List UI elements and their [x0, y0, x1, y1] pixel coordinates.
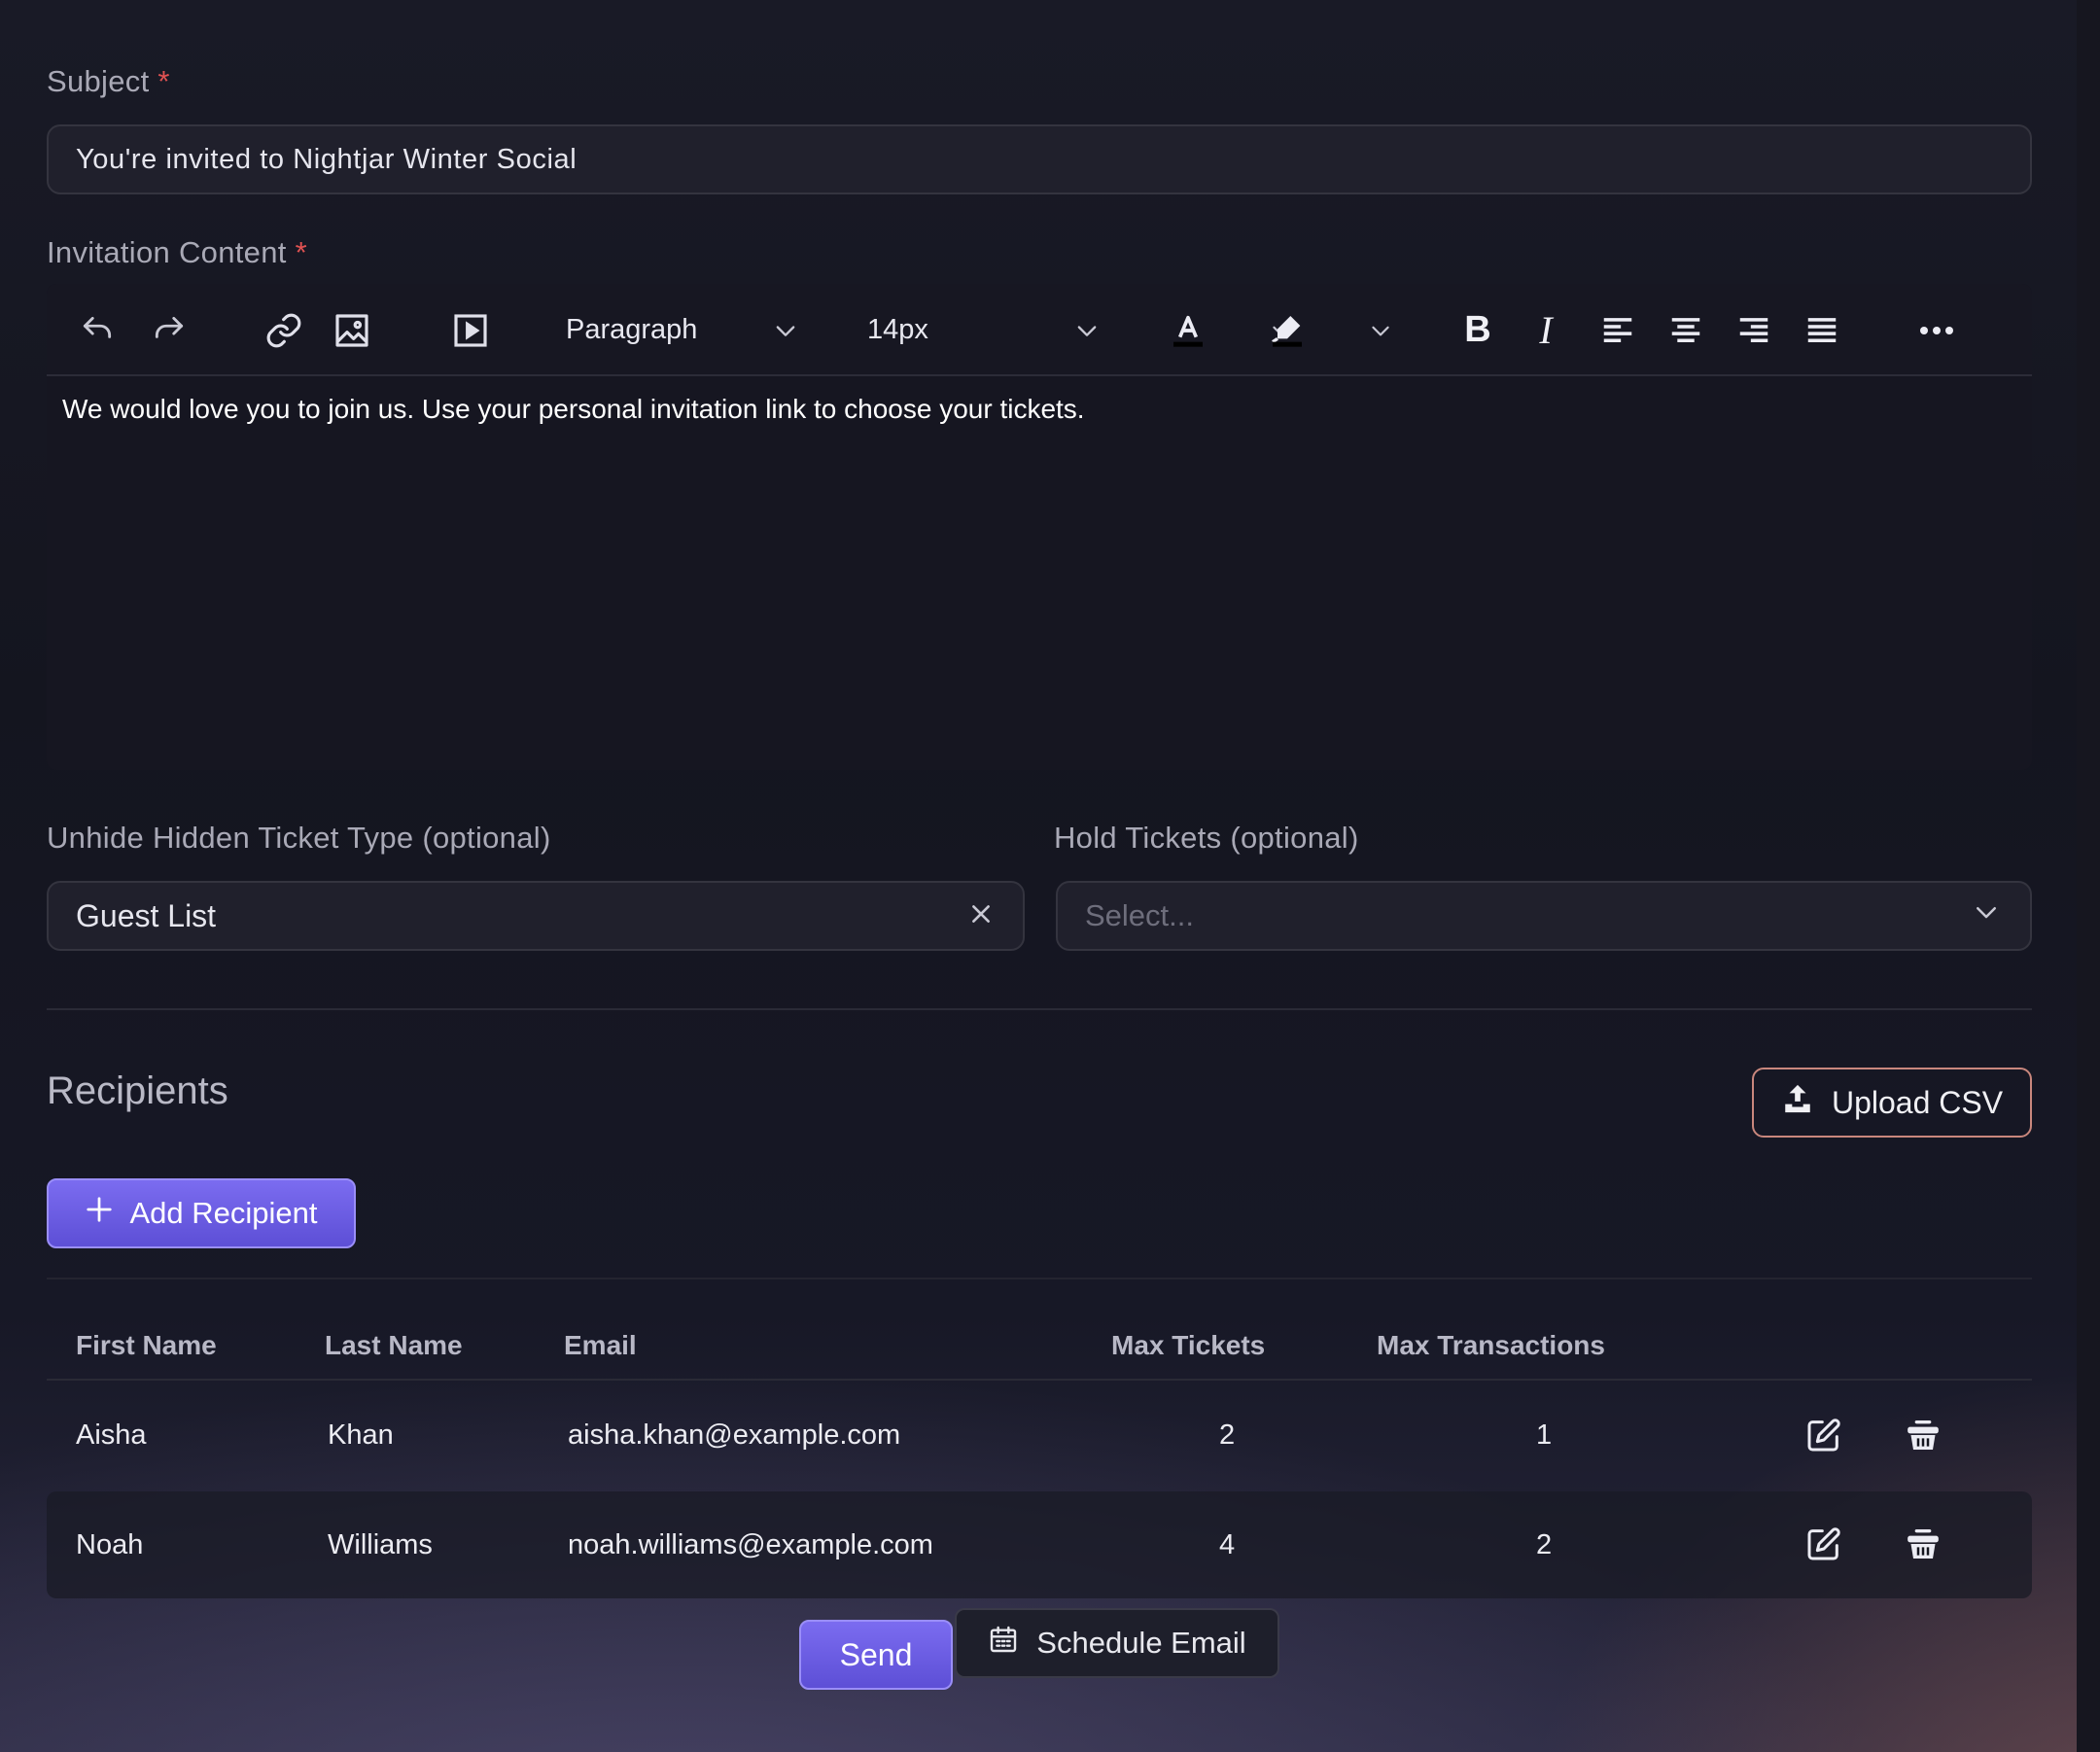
- italic-icon[interactable]: I: [1524, 284, 1567, 376]
- hold-placeholder: Select...: [1085, 898, 1194, 932]
- video-icon[interactable]: [449, 284, 492, 376]
- required-mark: *: [295, 235, 307, 269]
- editor-content[interactable]: We would love you to join us. Use your p…: [47, 376, 2032, 442]
- table-divider: [47, 1278, 2032, 1279]
- section-divider: [47, 1008, 2032, 1010]
- chevron-down-icon[interactable]: [1363, 284, 1398, 376]
- highlight-icon[interactable]: [1266, 284, 1309, 376]
- unhide-label: Unhide Hidden Ticket Type (optional): [47, 821, 551, 855]
- add-recipient-label: Add Recipient: [129, 1196, 318, 1230]
- cell-first-name: Aisha: [76, 1419, 147, 1451]
- redo-icon[interactable]: [148, 284, 191, 376]
- cell-first-name: Noah: [76, 1529, 144, 1560]
- chevron-down-icon[interactable]: [766, 284, 805, 376]
- cell-max-tickets: 2: [1219, 1419, 1236, 1451]
- send-button[interactable]: Send: [799, 1620, 953, 1690]
- subject-value: You're invited to Nightjar Winter Social: [76, 143, 578, 175]
- hold-select[interactable]: Select...: [1056, 881, 2032, 951]
- align-right-icon[interactable]: [1732, 284, 1775, 376]
- upload-icon: [1781, 1082, 1814, 1123]
- column-header-last-name: Last Name: [325, 1330, 463, 1360]
- scrollbar[interactable]: [2077, 0, 2100, 1752]
- image-icon[interactable]: [331, 284, 373, 376]
- editor-content-text: We would love you to join us. Use your p…: [62, 394, 1085, 424]
- edit-icon[interactable]: [1804, 1524, 1843, 1568]
- editor-toolbar: Paragraph 14px B I: [47, 284, 2032, 376]
- invitation-label-text: Invitation Content: [47, 235, 287, 269]
- header-divider: [47, 1379, 2032, 1381]
- align-justify-icon[interactable]: [1801, 284, 1843, 376]
- calendar-icon: [988, 1624, 1019, 1663]
- block-format-value: Paragraph: [566, 314, 698, 345]
- column-header-email: Email: [564, 1330, 637, 1360]
- upload-csv-button[interactable]: Upload CSV: [1752, 1068, 2032, 1138]
- block-format-select[interactable]: Paragraph: [566, 284, 760, 376]
- upload-csv-label: Upload CSV: [1831, 1084, 2004, 1120]
- hold-label: Hold Tickets (optional): [1054, 821, 1359, 855]
- add-recipient-button[interactable]: Add Recipient: [47, 1178, 356, 1248]
- link-icon[interactable]: [262, 284, 305, 376]
- cell-max-tickets: 4: [1219, 1529, 1236, 1560]
- bold-icon[interactable]: B: [1456, 284, 1499, 376]
- cell-last-name: Williams: [328, 1529, 433, 1560]
- schedule-email-button[interactable]: Schedule Email: [955, 1608, 1279, 1678]
- plus-icon: [85, 1195, 114, 1232]
- edit-icon[interactable]: [1804, 1416, 1843, 1459]
- cell-email: aisha.khan@example.com: [568, 1419, 901, 1451]
- chevron-down-icon[interactable]: [1068, 284, 1106, 376]
- text-color-icon[interactable]: [1167, 284, 1209, 376]
- subject-label: Subject *: [47, 64, 170, 99]
- delete-icon[interactable]: [1904, 1416, 1942, 1459]
- recipients-title: Recipients: [47, 1069, 228, 1112]
- cell-max-transactions: 2: [1536, 1529, 1553, 1560]
- cell-max-transactions: 1: [1536, 1419, 1553, 1451]
- font-size-value: 14px: [867, 314, 928, 345]
- undo-icon[interactable]: [76, 284, 119, 376]
- more-icon[interactable]: [1913, 284, 1960, 376]
- schedule-email-label: Schedule Email: [1036, 1626, 1246, 1660]
- font-size-select[interactable]: 14px: [867, 284, 1062, 376]
- align-left-icon[interactable]: [1596, 284, 1639, 376]
- send-label: Send: [839, 1636, 913, 1672]
- clear-icon[interactable]: [968, 898, 994, 934]
- unhide-value: Guest List: [76, 897, 217, 933]
- chevron-down-icon[interactable]: [1972, 897, 2001, 934]
- delete-icon[interactable]: [1904, 1524, 1942, 1568]
- align-center-icon[interactable]: [1664, 284, 1707, 376]
- required-mark: *: [158, 64, 170, 98]
- column-header-max-transactions: Max Transactions: [1377, 1330, 1605, 1360]
- column-header-first-name: First Name: [76, 1330, 217, 1360]
- unhide-select[interactable]: Guest List: [47, 881, 1025, 951]
- cell-email: noah.williams@example.com: [568, 1529, 933, 1560]
- cell-last-name: Khan: [328, 1419, 394, 1451]
- rich-text-editor[interactable]: Paragraph 14px B I We would love you to …: [47, 284, 2032, 770]
- invitation-label: Invitation Content *: [47, 235, 307, 270]
- subject-input[interactable]: You're invited to Nightjar Winter Social: [47, 124, 2032, 194]
- subject-label-text: Subject: [47, 64, 150, 98]
- column-header-max-tickets: Max Tickets: [1111, 1330, 1266, 1360]
